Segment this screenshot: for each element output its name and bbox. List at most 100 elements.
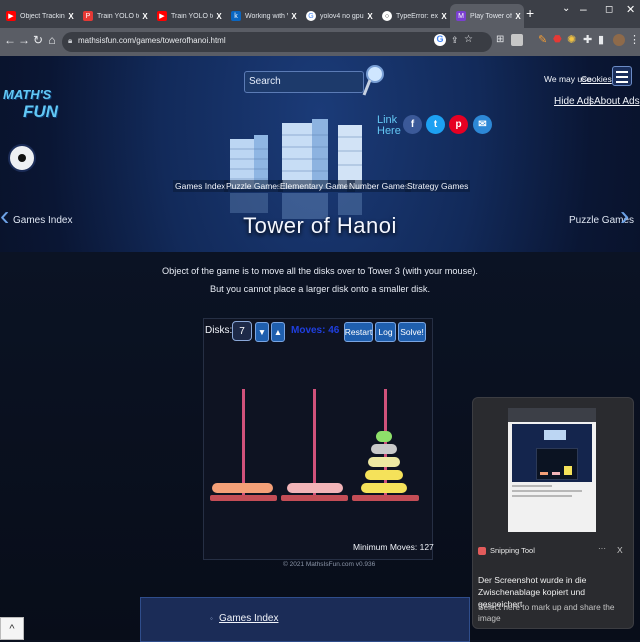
screenshot-thumbnail[interactable] — [508, 408, 596, 532]
google-icon: G — [306, 11, 316, 21]
reload-icon[interactable]: ↻ — [31, 33, 45, 47]
adblock-extension-icon[interactable]: ⬣ — [553, 34, 562, 45]
menu-kebab-icon[interactable]: ⋮ — [629, 33, 640, 46]
hamburger-menu-icon[interactable] — [612, 66, 632, 86]
tab-title: Train YOLO to dete — [171, 12, 213, 20]
forward-arrow-icon[interactable]: → — [17, 33, 31, 47]
tab-title: TypeError: expecte — [396, 12, 438, 20]
nav-link-strategy-games[interactable]: Strategy Games — [405, 180, 471, 192]
restart-button[interactable]: Restart — [344, 322, 373, 342]
scroll-up-caret-button[interactable]: ^ — [0, 617, 24, 640]
close-tab-icon[interactable]: X — [213, 12, 225, 21]
email-icon[interactable]: ✉ — [473, 115, 492, 134]
close-tab-icon[interactable]: X — [139, 12, 151, 21]
new-tab-button[interactable]: + — [526, 5, 534, 21]
disks-label: Disks: — [205, 325, 233, 336]
browser-tab-5[interactable]: ○ TypeError: expecte X — [376, 4, 450, 28]
address-bar[interactable]: 🔒︎ mathsisfun.com/games/towerofhanoi.htm… — [62, 32, 492, 52]
cookies-link[interactable]: Cookies — [581, 74, 612, 84]
tower-1-base — [210, 495, 277, 501]
minimum-moves-text: Minimum Moves: 127 — [353, 542, 434, 552]
url-text[interactable]: mathsisfun.com/games/towerofhanoi.html — [78, 36, 226, 45]
google-lens-icon[interactable]: G — [434, 34, 446, 46]
previous-page-chevron-icon[interactable]: ‹ — [0, 200, 9, 232]
disk-count-value[interactable]: 7 — [232, 321, 252, 341]
twitter-icon[interactable]: t — [426, 115, 445, 134]
toast-hint: Select here to mark up and share the ima… — [478, 602, 615, 623]
lock-icon[interactable]: 🔒︎ — [68, 36, 72, 46]
extension-square-icon[interactable] — [511, 34, 523, 46]
disk-on-tower-3[interactable] — [371, 444, 397, 454]
bookmark-star-icon[interactable]: ☆ — [464, 34, 473, 45]
city-skyline-illustration — [230, 119, 362, 219]
extension-sun-icon[interactable]: ✺ — [567, 33, 576, 46]
browser-tab-2[interactable]: ▶ Train YOLO to dete X — [151, 4, 225, 28]
link-here-text-2[interactable]: Here — [377, 126, 401, 137]
mathsisfun-logo[interactable]: MATH'S FUN — [3, 87, 58, 134]
settings-dial-icon[interactable] — [8, 144, 36, 172]
extension-icon[interactable]: ✎ — [538, 33, 547, 46]
close-tab-icon[interactable]: X — [512, 12, 524, 21]
browser-tab-0[interactable]: ▶ Object Tracking fr X — [0, 4, 77, 28]
facebook-icon[interactable]: f — [403, 115, 422, 134]
disk-on-tower-3[interactable] — [361, 483, 407, 493]
decrease-disks-down-arrow-icon[interactable]: ▼ — [255, 322, 269, 342]
tower-2-peg[interactable] — [313, 389, 316, 495]
close-window-icon[interactable]: ✕ — [626, 3, 635, 16]
extensions-puzzle-icon[interactable]: ✚ — [583, 33, 592, 46]
tower-of-hanoi-game[interactable] — [203, 318, 433, 560]
pinterest-icon[interactable]: p — [449, 115, 468, 134]
youtube-icon: ▶ — [6, 11, 16, 21]
nav-link-elementary-games[interactable]: Elementary Games — [278, 180, 355, 192]
next-page-chevron-icon[interactable]: › — [620, 200, 629, 232]
profile-avatar[interactable] — [613, 34, 625, 46]
maximize-window-icon[interactable]: ◻ — [605, 4, 613, 15]
search-input[interactable]: Search — [244, 71, 364, 93]
browser-tab-3[interactable]: k Working with Vide X — [225, 4, 300, 28]
search-magnifier-icon[interactable] — [362, 64, 386, 98]
back-arrow-icon[interactable]: ← — [3, 33, 17, 47]
description-line-2: But you cannot place a larger disk onto … — [209, 284, 431, 294]
browser-tab-1[interactable]: P Train YOLO to dete X — [77, 4, 151, 28]
nav-link-games-index[interactable]: Games Index — [173, 180, 228, 192]
browser-tab-6-active[interactable]: M Play Tower of Hano X — [450, 4, 524, 28]
close-tab-icon[interactable]: X — [288, 12, 300, 21]
reading-list-icon[interactable]: ⊞ — [496, 34, 504, 45]
logo-text-top: MATH'S — [3, 87, 52, 102]
close-tab-icon[interactable]: X — [438, 12, 450, 21]
toast-close-icon[interactable]: X — [617, 545, 623, 555]
close-tab-icon[interactable]: X — [364, 12, 376, 21]
browser-tab-4[interactable]: G yolov4 no gpu - G X — [300, 4, 376, 28]
nav-link-puzzle-games[interactable]: Puzzle Games — [224, 180, 284, 192]
logo-text-bottom: FUN — [23, 102, 58, 121]
solve-button[interactable]: Solve! — [398, 322, 426, 342]
tab-title: Play Tower of Hano — [470, 12, 512, 20]
close-tab-icon[interactable]: X — [65, 12, 77, 21]
about-ads-link[interactable]: About Ads — [594, 96, 640, 107]
disk-on-tower-3[interactable] — [365, 470, 403, 480]
footer-games-index-link[interactable]: Games Index — [219, 613, 278, 624]
tab-title: Working with Vide — [245, 12, 288, 20]
tower-1-peg[interactable] — [242, 389, 245, 495]
share-icon[interactable]: ⇪ — [451, 35, 459, 46]
tower-2-base — [281, 495, 348, 501]
nav-link-number-games[interactable]: Number Games — [347, 180, 411, 192]
tab-title: yolov4 no gpu - G — [320, 12, 364, 20]
tab-search-chevron-icon[interactable]: ⌄ — [562, 3, 570, 14]
tower-3-base — [352, 495, 419, 501]
home-icon[interactable]: ⌂ — [45, 33, 59, 47]
page-title: Tower of Hanoi — [243, 213, 397, 238]
log-button[interactable]: Log — [375, 322, 396, 342]
disk-on-tower-2[interactable] — [287, 483, 343, 493]
moves-counter: Moves: 46 — [291, 325, 340, 336]
increase-disks-up-arrow-icon[interactable]: ▲ — [271, 322, 285, 342]
split-view-icon[interactable]: ▮ — [598, 33, 604, 46]
previous-page-link[interactable]: Games Index — [13, 215, 72, 226]
disk-on-tower-1[interactable] — [212, 483, 273, 493]
website-favicon-icon: P — [83, 11, 93, 21]
footer-decorative-logo — [141, 604, 197, 640]
minimize-window-icon[interactable]: – — [580, 2, 587, 16]
toast-more-options-icon[interactable]: ··· — [598, 544, 606, 553]
disk-on-tower-3[interactable] — [368, 457, 400, 467]
disk-on-tower-3[interactable] — [376, 431, 392, 442]
